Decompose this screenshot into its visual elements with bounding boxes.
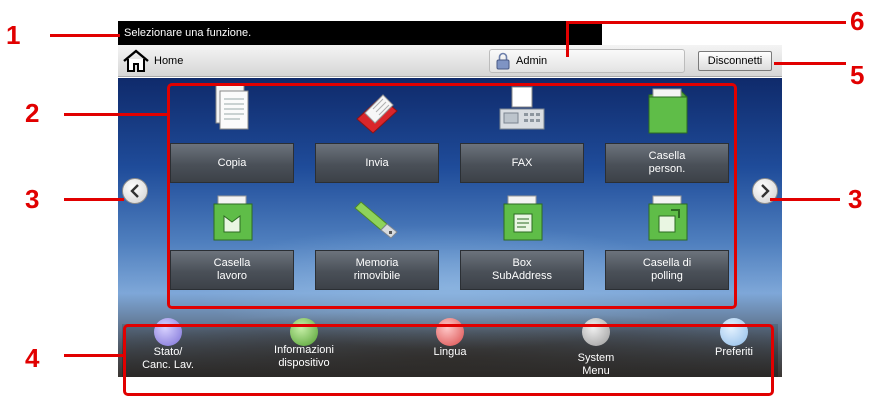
annotated-screenshot: Selezionare una funzione. Home Admin Dis… [0,0,883,396]
user-name: Admin [516,55,548,67]
callout-line [568,21,846,24]
callout-number: 2 [25,98,40,128]
callout-box-task-bar [123,324,774,396]
callout-line [64,354,124,357]
callout-number: 6 [850,6,865,36]
home-icon [123,49,149,72]
home-button[interactable]: Home [122,48,183,74]
callout-number: 5 [850,60,865,90]
callout-box-function-area [167,83,737,309]
previous-page-button[interactable] [122,178,148,204]
callout-number: 4 [25,343,40,373]
callout-line [774,62,846,65]
callout-number: 1 [6,20,21,50]
callout-line [64,198,124,201]
chevron-right-icon [761,184,770,198]
callout-line [566,21,569,57]
message-bar: Selezionare una funzione. [118,21,602,45]
chevron-left-icon [130,184,139,198]
callout-number: 3 [848,184,863,214]
callout-line [50,34,120,37]
callout-line [64,113,168,116]
callout-line [770,198,840,201]
logout-button[interactable]: Disconnetti [698,51,772,71]
message-bar-blank [602,21,782,45]
home-label: Home [154,55,184,67]
user-lock-icon [496,52,510,70]
callout-number: 3 [25,184,40,214]
logged-in-user: Admin [489,49,685,73]
header-bar: Home Admin Disconnetti [118,45,782,77]
